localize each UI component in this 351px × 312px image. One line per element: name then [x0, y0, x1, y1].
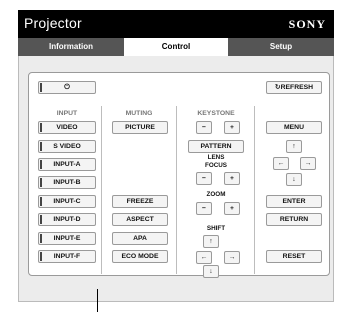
- shift-left-button[interactable]: ←: [196, 251, 212, 264]
- tab-bar: Information Control Setup: [18, 38, 334, 56]
- zoom-minus-button[interactable]: −: [196, 202, 212, 215]
- input-e-button[interactable]: INPUT-E: [38, 232, 96, 245]
- app-title: Projector: [24, 15, 82, 31]
- aspect-button[interactable]: ASPECT: [112, 213, 168, 226]
- input-f-button[interactable]: INPUT-F: [38, 250, 96, 263]
- focus-plus-button[interactable]: +: [224, 172, 240, 185]
- menu-up-button[interactable]: ↑: [286, 140, 302, 153]
- reset-button[interactable]: RESET: [266, 250, 322, 263]
- shift-down-button[interactable]: ↓: [203, 265, 219, 278]
- keystone-section-label: KEYSTONE: [197, 110, 235, 117]
- eco-mode-button[interactable]: ECO MODE: [112, 250, 168, 263]
- tab-control[interactable]: Control: [124, 38, 228, 56]
- zoom-label: ZOOM: [206, 191, 226, 198]
- menu-right-button[interactable]: →: [300, 157, 316, 170]
- input-b-button[interactable]: INPUT-B: [38, 176, 96, 189]
- column-divider: [254, 106, 255, 274]
- input-c-button[interactable]: INPUT-C: [38, 195, 96, 208]
- refresh-button[interactable]: ↻REFRESH: [266, 81, 322, 94]
- focus-minus-button[interactable]: −: [196, 172, 212, 185]
- remote-control-panel: [28, 72, 330, 276]
- refresh-label: REFRESH: [280, 84, 314, 91]
- tab-information[interactable]: Information: [18, 38, 124, 56]
- column-divider: [176, 106, 177, 274]
- shift-label: SHIFT: [206, 225, 226, 232]
- input-d-button[interactable]: INPUT-D: [38, 213, 96, 226]
- menu-down-button[interactable]: ↓: [286, 173, 302, 186]
- menu-left-button[interactable]: ←: [273, 157, 289, 170]
- pattern-button[interactable]: PATTERN: [188, 140, 244, 153]
- return-button[interactable]: RETURN: [266, 213, 322, 226]
- shift-up-button[interactable]: ↑: [203, 235, 219, 248]
- input-svideo-button[interactable]: S VIDEO: [38, 140, 96, 153]
- power-icon: ⏻: [64, 84, 70, 91]
- keystone-plus-button[interactable]: +: [224, 121, 240, 134]
- menu-button[interactable]: MENU: [266, 121, 322, 134]
- shift-right-button[interactable]: →: [224, 251, 240, 264]
- input-a-button[interactable]: INPUT-A: [38, 158, 96, 171]
- muting-section-label: MUTING: [125, 110, 153, 117]
- freeze-button[interactable]: FREEZE: [112, 195, 168, 208]
- tab-setup[interactable]: Setup: [228, 38, 334, 56]
- lens-label: LENS: [207, 154, 225, 161]
- keystone-minus-button[interactable]: −: [196, 121, 212, 134]
- focus-label: FOCUS: [204, 162, 228, 169]
- enter-button[interactable]: ENTER: [266, 195, 322, 208]
- callout-line: [97, 289, 98, 312]
- apa-button[interactable]: APA: [112, 232, 168, 245]
- input-video-button[interactable]: VIDEO: [38, 121, 96, 134]
- brand-logo: SONY: [288, 17, 326, 31]
- zoom-plus-button[interactable]: +: [224, 202, 240, 215]
- power-button[interactable]: ⏻: [38, 81, 96, 94]
- input-section-label: INPUT: [56, 110, 78, 117]
- title-bar: Projector SONY: [18, 10, 334, 38]
- picture-muting-button[interactable]: PICTURE: [112, 121, 168, 134]
- column-divider: [101, 106, 102, 274]
